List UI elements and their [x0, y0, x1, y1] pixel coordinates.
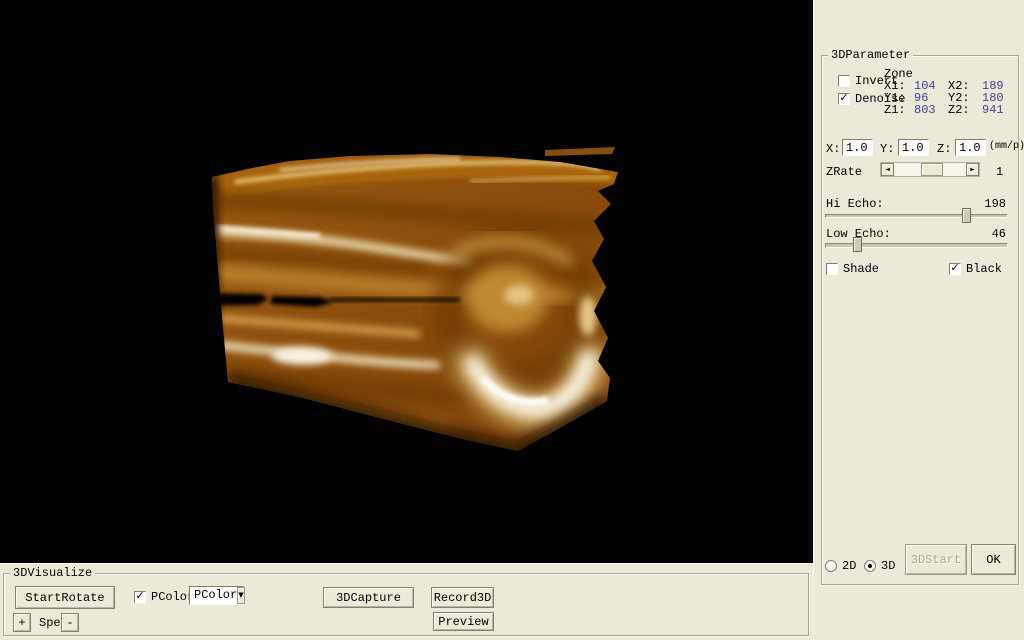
- mode-2d-radio-row: 2D: [825, 559, 856, 573]
- pcolor-checkbox-row: ✓ PColor: [134, 590, 194, 604]
- shade-checkbox[interactable]: [826, 263, 838, 275]
- zone-values: Zone X1: 104 X2: 189 Y1: 96 Y2: 180 Z1: …: [884, 68, 1018, 116]
- zrate-value: 1: [996, 165, 1003, 179]
- hi-echo-value: 198: [984, 197, 1006, 211]
- black-checkbox-row: ✓ Black: [949, 262, 1002, 276]
- volume-3d-render[interactable]: [0, 0, 813, 563]
- black-label: Black: [966, 262, 1002, 276]
- 3dstart-button[interactable]: 3DStart: [905, 544, 967, 575]
- mode-3d-radio[interactable]: [864, 560, 876, 572]
- check-icon: ✓: [950, 263, 959, 273]
- denoise-checkbox[interactable]: ✓: [838, 93, 850, 105]
- invert-checkbox[interactable]: [838, 75, 850, 87]
- record3d-button[interactable]: Record3D: [431, 587, 494, 608]
- speed-plus-button[interactable]: +: [13, 613, 31, 632]
- zone-z1-label: Z1:: [884, 104, 910, 116]
- start-rotate-button[interactable]: StartRotate: [15, 586, 115, 609]
- shade-label: Shade: [843, 262, 879, 276]
- hi-echo-label: Hi Echo:: [826, 197, 884, 211]
- scale-z-input[interactable]: [955, 139, 986, 156]
- parameter-groupbox: 3DParameter Invert ✓ Denoise Zone X1: 10…: [821, 55, 1019, 585]
- hi-echo-thumb[interactable]: [962, 208, 971, 223]
- scroll-left-icon: ◄: [885, 167, 890, 173]
- zrate-label: ZRate: [826, 165, 862, 179]
- hi-echo-track[interactable]: [825, 214, 1008, 218]
- visualize-groupbox: 3DVisualize StartRotate + Speed - ✓ PCol…: [3, 573, 809, 636]
- low-echo-value: 46: [992, 227, 1006, 241]
- zone-z2-value: 941: [978, 104, 1018, 116]
- pcolor-label: PColor: [151, 590, 194, 604]
- scale-x-label: X:: [826, 142, 840, 156]
- pcolor-checkbox[interactable]: ✓: [134, 591, 146, 603]
- zrate-scroll-right-button[interactable]: ►: [966, 163, 979, 176]
- mode-3d-label: 3D: [881, 559, 895, 573]
- zrate-scroll-left-button[interactable]: ◄: [881, 163, 894, 176]
- scale-x-input[interactable]: [842, 139, 873, 156]
- black-checkbox[interactable]: ✓: [949, 263, 961, 275]
- mode-3d-radio-row: 3D: [864, 559, 895, 573]
- parameter-panel: 3DParameter Invert ✓ Denoise Zone X1: 10…: [813, 0, 1024, 640]
- visualize-group-title: 3DVisualize: [10, 566, 95, 581]
- 3dcapture-button[interactable]: 3DCapture: [323, 587, 414, 608]
- pcolor-dropdown[interactable]: PColor ▼: [189, 586, 244, 605]
- zrate-scrollbar[interactable]: ◄ ►: [880, 162, 980, 177]
- check-icon: ✓: [135, 591, 144, 601]
- shade-checkbox-row: Shade: [826, 262, 879, 276]
- visualize-panel: 3DVisualize StartRotate + Speed - ✓ PCol…: [0, 563, 813, 640]
- scale-y-label: Y:: [880, 142, 894, 156]
- ok-button[interactable]: OK: [971, 544, 1016, 575]
- parameter-group-title: 3DParameter: [828, 48, 913, 63]
- scale-z-label: Z:: [937, 142, 951, 156]
- speed-minus-button[interactable]: -: [61, 613, 79, 632]
- scroll-right-icon: ►: [970, 167, 975, 173]
- render-viewport[interactable]: [0, 0, 813, 563]
- check-icon: ✓: [839, 93, 848, 103]
- scale-unit-label: (mm/p): [989, 141, 1024, 152]
- chevron-down-icon: ▼: [238, 592, 243, 599]
- low-echo-thumb[interactable]: [853, 237, 862, 252]
- radio-dot-icon: [868, 564, 872, 568]
- preview-button[interactable]: Preview: [433, 612, 494, 631]
- zrate-scroll-thumb[interactable]: [921, 163, 943, 176]
- pcolor-dropdown-value: PColor: [190, 587, 237, 604]
- mode-2d-label: 2D: [842, 559, 856, 573]
- mode-2d-radio[interactable]: [825, 560, 837, 572]
- zone-z1-value: 803: [910, 104, 948, 116]
- scale-y-input[interactable]: [898, 139, 929, 156]
- zone-z2-label: Z2:: [948, 104, 978, 116]
- pcolor-dropdown-button[interactable]: ▼: [237, 587, 244, 604]
